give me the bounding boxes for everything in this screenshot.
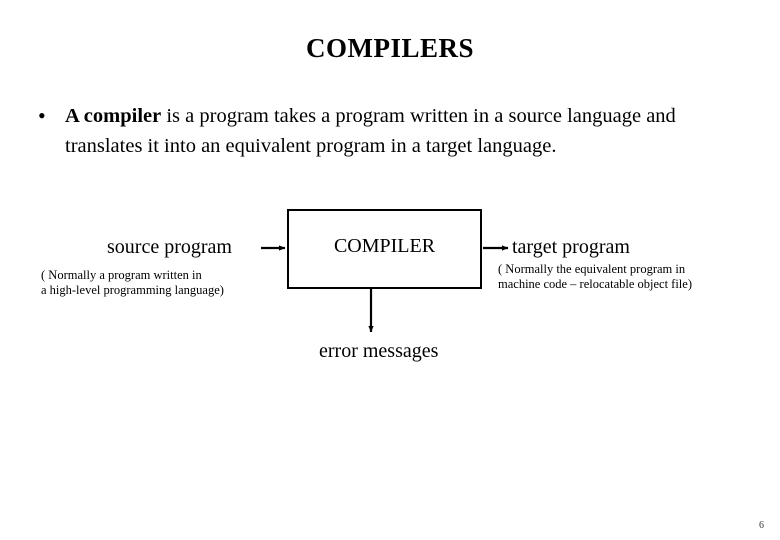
compiler-box: COMPILER [287, 209, 482, 289]
target-program-note-line1: ( Normally the equivalent program in [498, 262, 686, 276]
page-number: 6 [759, 520, 764, 531]
source-program-note-line1: ( Normally a program written in [41, 268, 202, 282]
source-program-note: ( Normally a program written in a high-l… [41, 268, 224, 298]
source-program-label: source program [107, 236, 232, 258]
target-program-note-line2: machine code – relocatable object file) [498, 277, 692, 291]
target-program-note: ( Normally the equivalent program in mac… [498, 262, 692, 292]
slide-canvas: COMPILERS • A compiler is a program take… [0, 0, 780, 540]
target-program-label: target program [512, 236, 630, 258]
compiler-box-label: COMPILER [333, 235, 436, 257]
source-program-note-line2: a high-level programming language) [41, 283, 224, 297]
error-messages-label: error messages [319, 340, 439, 362]
compiler-diagram: COMPILER source program ( Normally a pro… [0, 0, 780, 540]
